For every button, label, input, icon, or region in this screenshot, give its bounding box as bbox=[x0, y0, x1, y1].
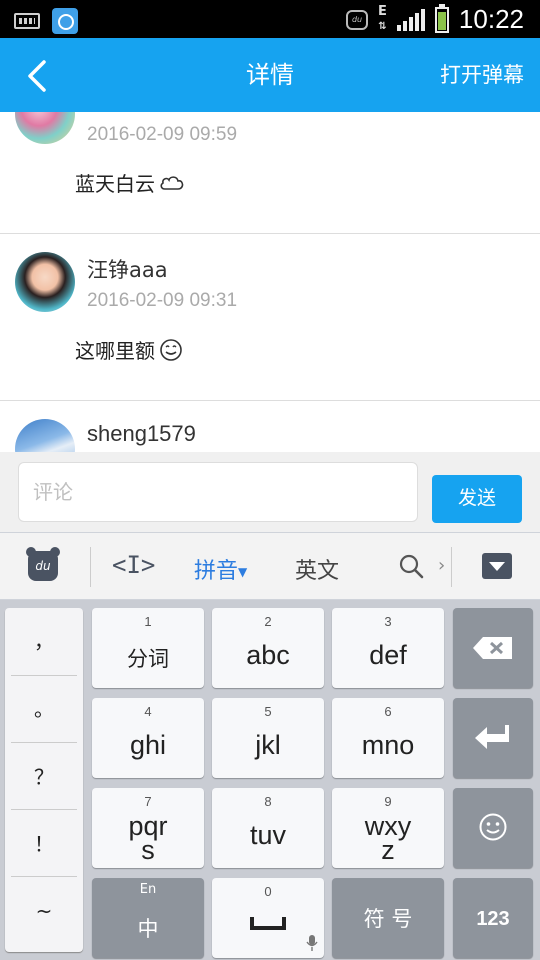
backspace-icon bbox=[473, 637, 512, 659]
keyboard-icon bbox=[14, 13, 40, 29]
key-label: 中 bbox=[137, 917, 159, 941]
emoji-key[interactable] bbox=[453, 788, 533, 868]
english-mode-button[interactable]: 英文 bbox=[295, 553, 339, 585]
title-bar: 详情 打开弹幕 bbox=[0, 38, 540, 112]
key-label: wxy z bbox=[364, 811, 412, 865]
key-number: 2 bbox=[264, 614, 272, 629]
backspace-key[interactable] bbox=[453, 608, 533, 688]
key-label: abc bbox=[246, 640, 290, 670]
avatar[interactable] bbox=[15, 419, 75, 452]
comment-text: 这哪里额 bbox=[75, 335, 183, 364]
key-9[interactable]: 9 wxy z bbox=[332, 788, 444, 868]
comment-list[interactable]: 2016-02-09 09:59 蓝天白云 汪铮aaa 2016-02-09 0… bbox=[0, 112, 540, 452]
comment-text-value: 这哪里额 bbox=[75, 339, 155, 363]
enter-key[interactable] bbox=[453, 698, 533, 778]
comment-text: 蓝天白云 bbox=[75, 168, 185, 197]
key-6[interactable]: 6 mno bbox=[332, 698, 444, 778]
divider bbox=[90, 547, 91, 587]
key-label: tuv bbox=[249, 820, 287, 850]
list-item: sheng1579 bbox=[0, 401, 540, 452]
punctuation-column[interactable]: ， 。 ？ ！ ~ bbox=[5, 608, 83, 952]
key-2[interactable]: 2 abc bbox=[212, 608, 324, 688]
key-hint: En bbox=[139, 882, 157, 897]
network-type: E ⇅ bbox=[378, 4, 387, 33]
divider bbox=[451, 547, 452, 587]
key-number: 9 bbox=[384, 794, 392, 809]
list-item: 2016-02-09 09:59 蓝天白云 bbox=[0, 112, 540, 234]
avatar[interactable] bbox=[15, 112, 75, 144]
divider bbox=[11, 742, 77, 743]
comment-time: 2016-02-09 09:59 bbox=[87, 124, 238, 145]
enter-icon bbox=[475, 725, 509, 749]
du-ime-icon: du bbox=[346, 9, 369, 30]
cloud-emoji-icon bbox=[160, 175, 184, 190]
ime-logo-icon[interactable]: du bbox=[26, 547, 60, 581]
key-number: 8 bbox=[264, 794, 272, 809]
punct-key[interactable]: 。 bbox=[5, 676, 83, 742]
key-number: 0 bbox=[264, 884, 272, 899]
punct-key[interactable]: ？ bbox=[5, 744, 83, 810]
comment-text-value: 蓝天白云 bbox=[75, 172, 155, 196]
key-label: 分词 bbox=[127, 647, 169, 671]
keyboard: ， 。 ？ ！ ~ 1 分词 2 abc 3 def 4 ghi 5 jkl 6… bbox=[0, 600, 540, 960]
send-button[interactable]: 发送 bbox=[432, 475, 522, 523]
key-label: pqr s bbox=[128, 811, 168, 865]
comment-input[interactable] bbox=[18, 462, 418, 522]
key-7[interactable]: 7 pqr s bbox=[92, 788, 204, 868]
status-bar: du E ⇅ 10:22 bbox=[0, 0, 540, 38]
language-switch-key[interactable]: En 中 bbox=[92, 878, 204, 958]
key-label: 符 号 bbox=[363, 907, 413, 931]
signal-icon bbox=[396, 8, 425, 31]
key-label: def bbox=[369, 640, 407, 670]
key-label: ghi bbox=[129, 730, 167, 760]
ime-toolbar: du <I> 拼音▼ 英文 › bbox=[0, 532, 540, 600]
key-number: 1 bbox=[144, 614, 152, 629]
space-key[interactable]: 0 bbox=[212, 878, 324, 958]
key-5[interactable]: 5 jkl bbox=[212, 698, 324, 778]
symbol-key[interactable]: 符 号 bbox=[332, 878, 444, 958]
comment-input-bar: 发送 bbox=[0, 452, 540, 532]
key-number: 5 bbox=[264, 704, 272, 719]
comment-username: sheng1579 bbox=[87, 421, 196, 446]
divider bbox=[11, 876, 77, 877]
punct-key[interactable]: ， bbox=[5, 608, 83, 674]
space-bar-icon bbox=[250, 917, 286, 930]
key-number: 3 bbox=[384, 614, 392, 629]
punct-key[interactable]: ~ bbox=[5, 878, 83, 944]
number-key[interactable]: 123 bbox=[453, 878, 533, 958]
comment-username: 汪铮aaa bbox=[87, 258, 168, 282]
key-label: jkl bbox=[255, 730, 281, 760]
open-danmaku-button[interactable]: 打开弹幕 bbox=[440, 38, 524, 112]
cursor-move-icon[interactable]: <I> bbox=[112, 551, 155, 579]
comment-time: 2016-02-09 09:31 bbox=[87, 290, 238, 311]
key-number: 7 bbox=[144, 794, 152, 809]
smiley-icon bbox=[479, 813, 507, 841]
smile-emoji-icon bbox=[160, 338, 182, 361]
key-4[interactable]: 4 ghi bbox=[92, 698, 204, 778]
clock: 10:22 bbox=[458, 4, 524, 34]
avatar[interactable] bbox=[15, 252, 75, 312]
pinyin-mode-button[interactable]: 拼音▼ bbox=[194, 553, 247, 585]
key-3[interactable]: 3 def bbox=[332, 608, 444, 688]
divider bbox=[11, 809, 77, 810]
key-8[interactable]: 8 tuv bbox=[212, 788, 324, 868]
punct-key[interactable]: ！ bbox=[5, 811, 83, 877]
chevron-right-icon[interactable]: › bbox=[438, 555, 445, 576]
key-number: 4 bbox=[144, 704, 152, 719]
battery-icon bbox=[434, 3, 449, 33]
key-number: 6 bbox=[384, 704, 392, 719]
key-1[interactable]: 1 分词 bbox=[92, 608, 204, 688]
microphone-icon bbox=[306, 935, 318, 951]
search-icon[interactable] bbox=[398, 553, 424, 579]
list-item: 汪铮aaa 2016-02-09 09:31 这哪里额 bbox=[0, 234, 540, 401]
key-label: mno bbox=[361, 730, 415, 760]
key-label: 123 bbox=[476, 908, 510, 930]
hide-keyboard-button[interactable] bbox=[482, 553, 512, 579]
app-notification-icon bbox=[52, 8, 78, 34]
